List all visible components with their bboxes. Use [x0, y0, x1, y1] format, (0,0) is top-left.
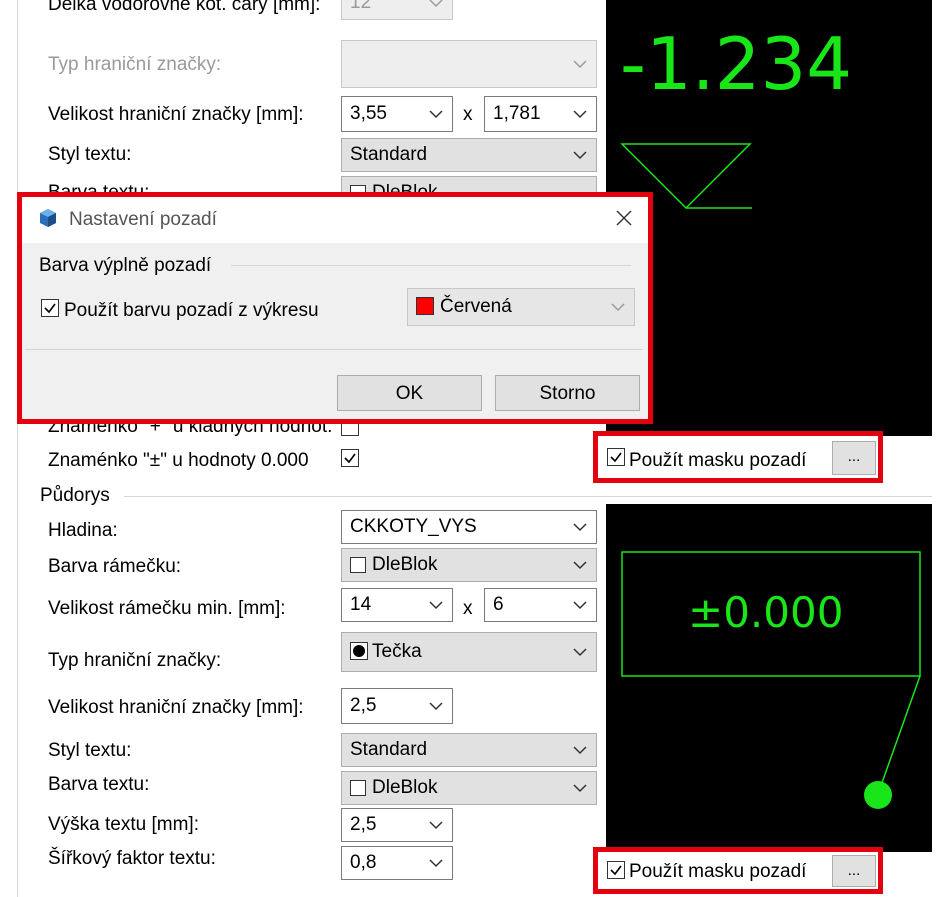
frame-size-h-combo[interactable]: 6	[484, 588, 597, 622]
text-style-combo-2[interactable]: Standard	[341, 733, 597, 767]
bottom-preview-value: ±0.000	[688, 588, 844, 637]
text-color-value-2: DleBlok	[372, 777, 438, 798]
chevron-down-icon	[429, 859, 443, 868]
top-mask-checkbox[interactable]	[607, 448, 625, 466]
boundary-size-w-combo[interactable]: 3,55	[341, 96, 453, 132]
boundary-size-w-value: 3,55	[350, 103, 387, 124]
boundary-size-h-value: 1,781	[493, 103, 541, 124]
top-preview-canvas: -1.234	[606, 0, 932, 436]
section-line	[124, 496, 932, 497]
boundary-type-combo[interactable]	[341, 40, 597, 88]
layer-combo[interactable]: CKKOTY_VYS	[341, 510, 597, 544]
color-swatch-icon	[350, 780, 366, 796]
bottom-mask-button-label: ...	[847, 862, 861, 879]
boundary-size-label: Velikost hraniční značky [mm]:	[48, 104, 304, 125]
boundary-type-label: Typ hraniční značky:	[48, 54, 222, 75]
text-style-label: Styl textu:	[48, 144, 132, 165]
frame-color-value-wrap: DleBlok	[350, 554, 437, 576]
pudorys-section-label: Půdorys	[40, 485, 110, 506]
text-style-value: Standard	[350, 144, 428, 165]
chevron-down-icon	[429, 601, 443, 610]
row-cut-label: Délka vodorovné kót. čáry [mm]:	[48, 0, 321, 15]
layer-label: Hladina:	[48, 520, 118, 541]
panel-border-left	[17, 0, 18, 897]
chevron-down-icon	[573, 746, 587, 755]
text-height-value: 2,5	[350, 814, 377, 835]
boundary-size-label-2: Velikost hraniční značky [mm]:	[48, 697, 304, 718]
row-cut-combo[interactable]: 12	[341, 0, 453, 20]
width-factor-label: Šířkový faktor textu:	[48, 848, 216, 869]
chevron-down-icon	[429, 110, 443, 119]
size-separator: x	[463, 104, 473, 125]
chevron-down-icon	[429, 702, 443, 711]
chevron-down-icon	[573, 523, 587, 532]
boundary-type-value-wrap: Tečka	[350, 641, 422, 663]
boundary-type-label-2: Typ hraniční značky:	[48, 650, 222, 671]
color-swatch-icon	[350, 557, 366, 573]
boundary-size-h-combo[interactable]: 1,781	[484, 96, 597, 132]
chevron-down-icon	[573, 784, 587, 793]
chevron-down-icon	[573, 60, 587, 69]
boundary-size-combo-2[interactable]: 2,5	[341, 688, 453, 724]
bottom-mask-label: Použít masku pozadí	[629, 861, 807, 882]
chevron-down-icon	[573, 151, 587, 160]
chevron-down-icon	[573, 561, 587, 570]
frame-size-w-combo[interactable]: 14	[341, 588, 453, 622]
text-color-label-2: Barva textu:	[48, 774, 150, 795]
bottom-preview-canvas: ±0.000	[606, 504, 932, 852]
check-icon	[610, 865, 622, 876]
chevron-down-icon	[429, 821, 443, 830]
frame-size-label: Velikost rámečku min. [mm]:	[48, 598, 286, 619]
pm-sign-checkbox[interactable]	[341, 449, 359, 467]
text-style-combo[interactable]: Standard	[341, 138, 597, 172]
width-factor-combo[interactable]: 0,8	[341, 846, 453, 880]
chevron-down-icon	[573, 601, 587, 610]
pm-sign-label: Znaménko "±" u hodnoty 0.000	[48, 450, 309, 471]
row-cut-value: 12	[350, 0, 372, 13]
top-mask-label: Použít masku pozadí	[629, 450, 807, 471]
check-icon	[344, 453, 356, 464]
top-mask-button-label: ...	[847, 448, 861, 465]
text-height-combo[interactable]: 2,5	[341, 808, 453, 842]
top-mask-settings-button[interactable]: ...	[832, 441, 876, 475]
bottom-mask-checkbox[interactable]	[607, 861, 625, 879]
dot-marker-icon	[350, 642, 368, 660]
boundary-size-value-2: 2,5	[350, 695, 377, 716]
dialog-highlight	[17, 192, 653, 424]
chevron-down-icon	[429, 0, 443, 8]
check-icon	[610, 452, 622, 463]
bottom-mask-settings-button[interactable]: ...	[832, 855, 876, 887]
chevron-down-icon	[573, 648, 587, 657]
text-style-label-2: Styl textu:	[48, 740, 132, 761]
boundary-type-value: Tečka	[372, 641, 422, 662]
chevron-down-icon	[573, 110, 587, 119]
text-style-value-2: Standard	[350, 739, 428, 760]
frame-size-w-value: 14	[350, 594, 372, 615]
frame-color-label: Barva rámečku:	[48, 556, 182, 577]
text-color-value-wrap-2: DleBlok	[350, 777, 437, 799]
size-separator-2: x	[463, 598, 473, 619]
width-factor-value: 0,8	[350, 852, 377, 873]
frame-marker-icon	[621, 551, 921, 809]
text-color-combo-2[interactable]: DleBlok	[341, 771, 597, 805]
top-preview-value: -1.234	[620, 22, 853, 106]
layer-value: CKKOTY_VYS	[350, 516, 477, 537]
frame-size-h-value: 6	[493, 594, 504, 615]
frame-color-combo[interactable]: DleBlok	[341, 548, 597, 582]
text-height-label: Výška textu [mm]:	[48, 814, 199, 835]
frame-color-value: DleBlok	[372, 554, 438, 575]
boundary-type-combo-2[interactable]: Tečka	[341, 632, 597, 672]
